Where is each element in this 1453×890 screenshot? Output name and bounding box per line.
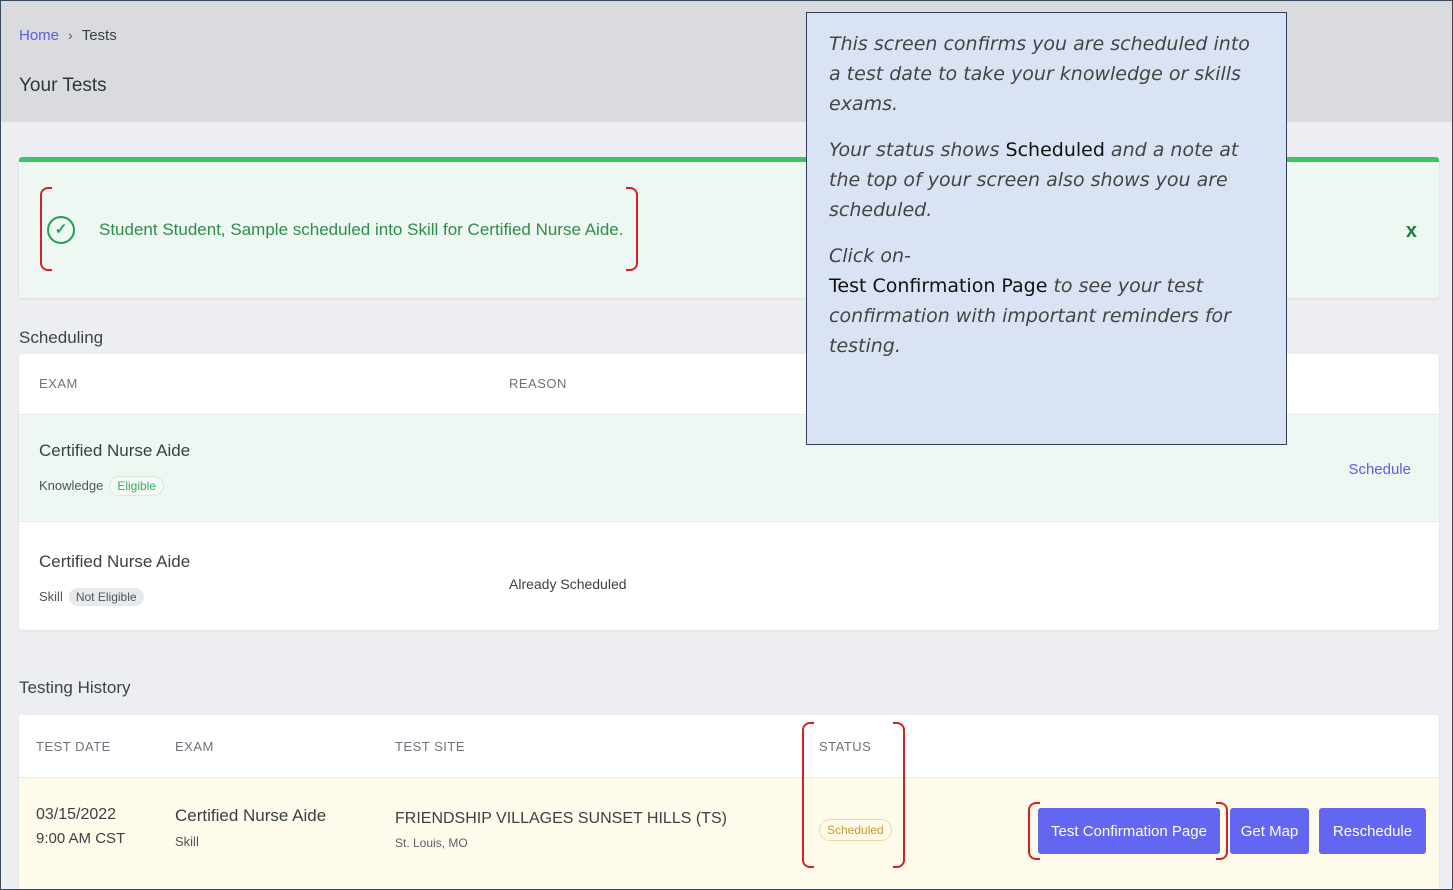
- column-header-status: STATUS: [819, 739, 872, 754]
- table-row: Certified Nurse Aide Skill Not Eligible A…: [19, 521, 1439, 630]
- column-header-exam: EXAM: [175, 739, 214, 754]
- test-site-location: St. Louis, MO: [395, 836, 468, 850]
- callout-text: Click on-: [829, 245, 911, 267]
- schedule-link[interactable]: Schedule: [1348, 461, 1411, 478]
- get-map-button[interactable]: Get Map: [1230, 808, 1309, 854]
- reschedule-button[interactable]: Reschedule: [1319, 808, 1426, 854]
- exam-type: Skill: [175, 834, 199, 849]
- column-header-exam: EXAM: [39, 376, 78, 391]
- callout-text: Your status shows: [829, 139, 1006, 161]
- exam-type: Knowledge Eligible: [39, 476, 165, 496]
- eligibility-badge: Not Eligible: [68, 588, 144, 606]
- annotation-bracket: [626, 187, 638, 271]
- annotation-bracket: [40, 187, 52, 271]
- annotation-bracket: [802, 722, 814, 868]
- test-site-name: FRIENDSHIP VILLAGES SUNSET HILLS (TS): [395, 810, 727, 827]
- scheduling-heading: Scheduling: [19, 328, 104, 347]
- exam-name: Certified Nurse Aide: [175, 806, 327, 825]
- app-window: Home › Tests Your Tests ✓ Student Student,…: [0, 0, 1453, 890]
- annotation-bracket: [1216, 802, 1228, 860]
- chevron-right-icon: ›: [68, 27, 73, 43]
- status-badge: Scheduled: [819, 819, 892, 841]
- exam-type: Skill Not Eligible: [39, 588, 144, 606]
- exam-name: Certified Nurse Aide: [39, 552, 191, 571]
- column-header-test-site: TEST SITE: [395, 739, 465, 754]
- testing-history-table: TEST DATE EXAM TEST SITE STATUS 03/15/20…: [19, 715, 1439, 889]
- test-time: 9:00 AM CST: [36, 830, 126, 847]
- annotation-bracket: [1028, 802, 1040, 860]
- page-title: Your Tests: [19, 75, 107, 96]
- testing-history-heading: Testing History: [19, 678, 131, 697]
- breadcrumb-home-link[interactable]: Home: [19, 27, 59, 44]
- test-date: 03/15/2022: [36, 806, 117, 823]
- callout-paragraph: Your status shows Scheduled and a note a…: [829, 135, 1264, 225]
- annotation-bracket: [893, 722, 905, 868]
- column-header-reason: REASON: [509, 376, 567, 391]
- instruction-callout: This screen confirms you are scheduled i…: [806, 12, 1287, 445]
- eligibility-badge: Eligible: [109, 476, 165, 496]
- callout-paragraph: This screen confirms you are scheduled i…: [829, 33, 1250, 115]
- reason-text: Already Scheduled: [509, 576, 627, 592]
- callout-highlight: Test Confirmation Page: [829, 275, 1048, 297]
- callout-highlight: Scheduled: [1005, 139, 1105, 161]
- breadcrumb: Home › Tests: [19, 27, 117, 44]
- alert-message: Student Student, Sample scheduled into S…: [99, 220, 624, 239]
- test-confirmation-page-button[interactable]: Test Confirmation Page: [1038, 808, 1220, 854]
- callout-paragraph: Click on- Test Confirmation Page to see y…: [829, 241, 1264, 361]
- column-header-test-date: TEST DATE: [36, 739, 111, 754]
- breadcrumb-current: Tests: [81, 27, 117, 44]
- exam-type-label: Skill: [39, 589, 63, 604]
- exam-name: Certified Nurse Aide: [39, 441, 191, 460]
- exam-type-label: Knowledge: [39, 478, 104, 493]
- close-icon[interactable]: x: [1406, 220, 1417, 243]
